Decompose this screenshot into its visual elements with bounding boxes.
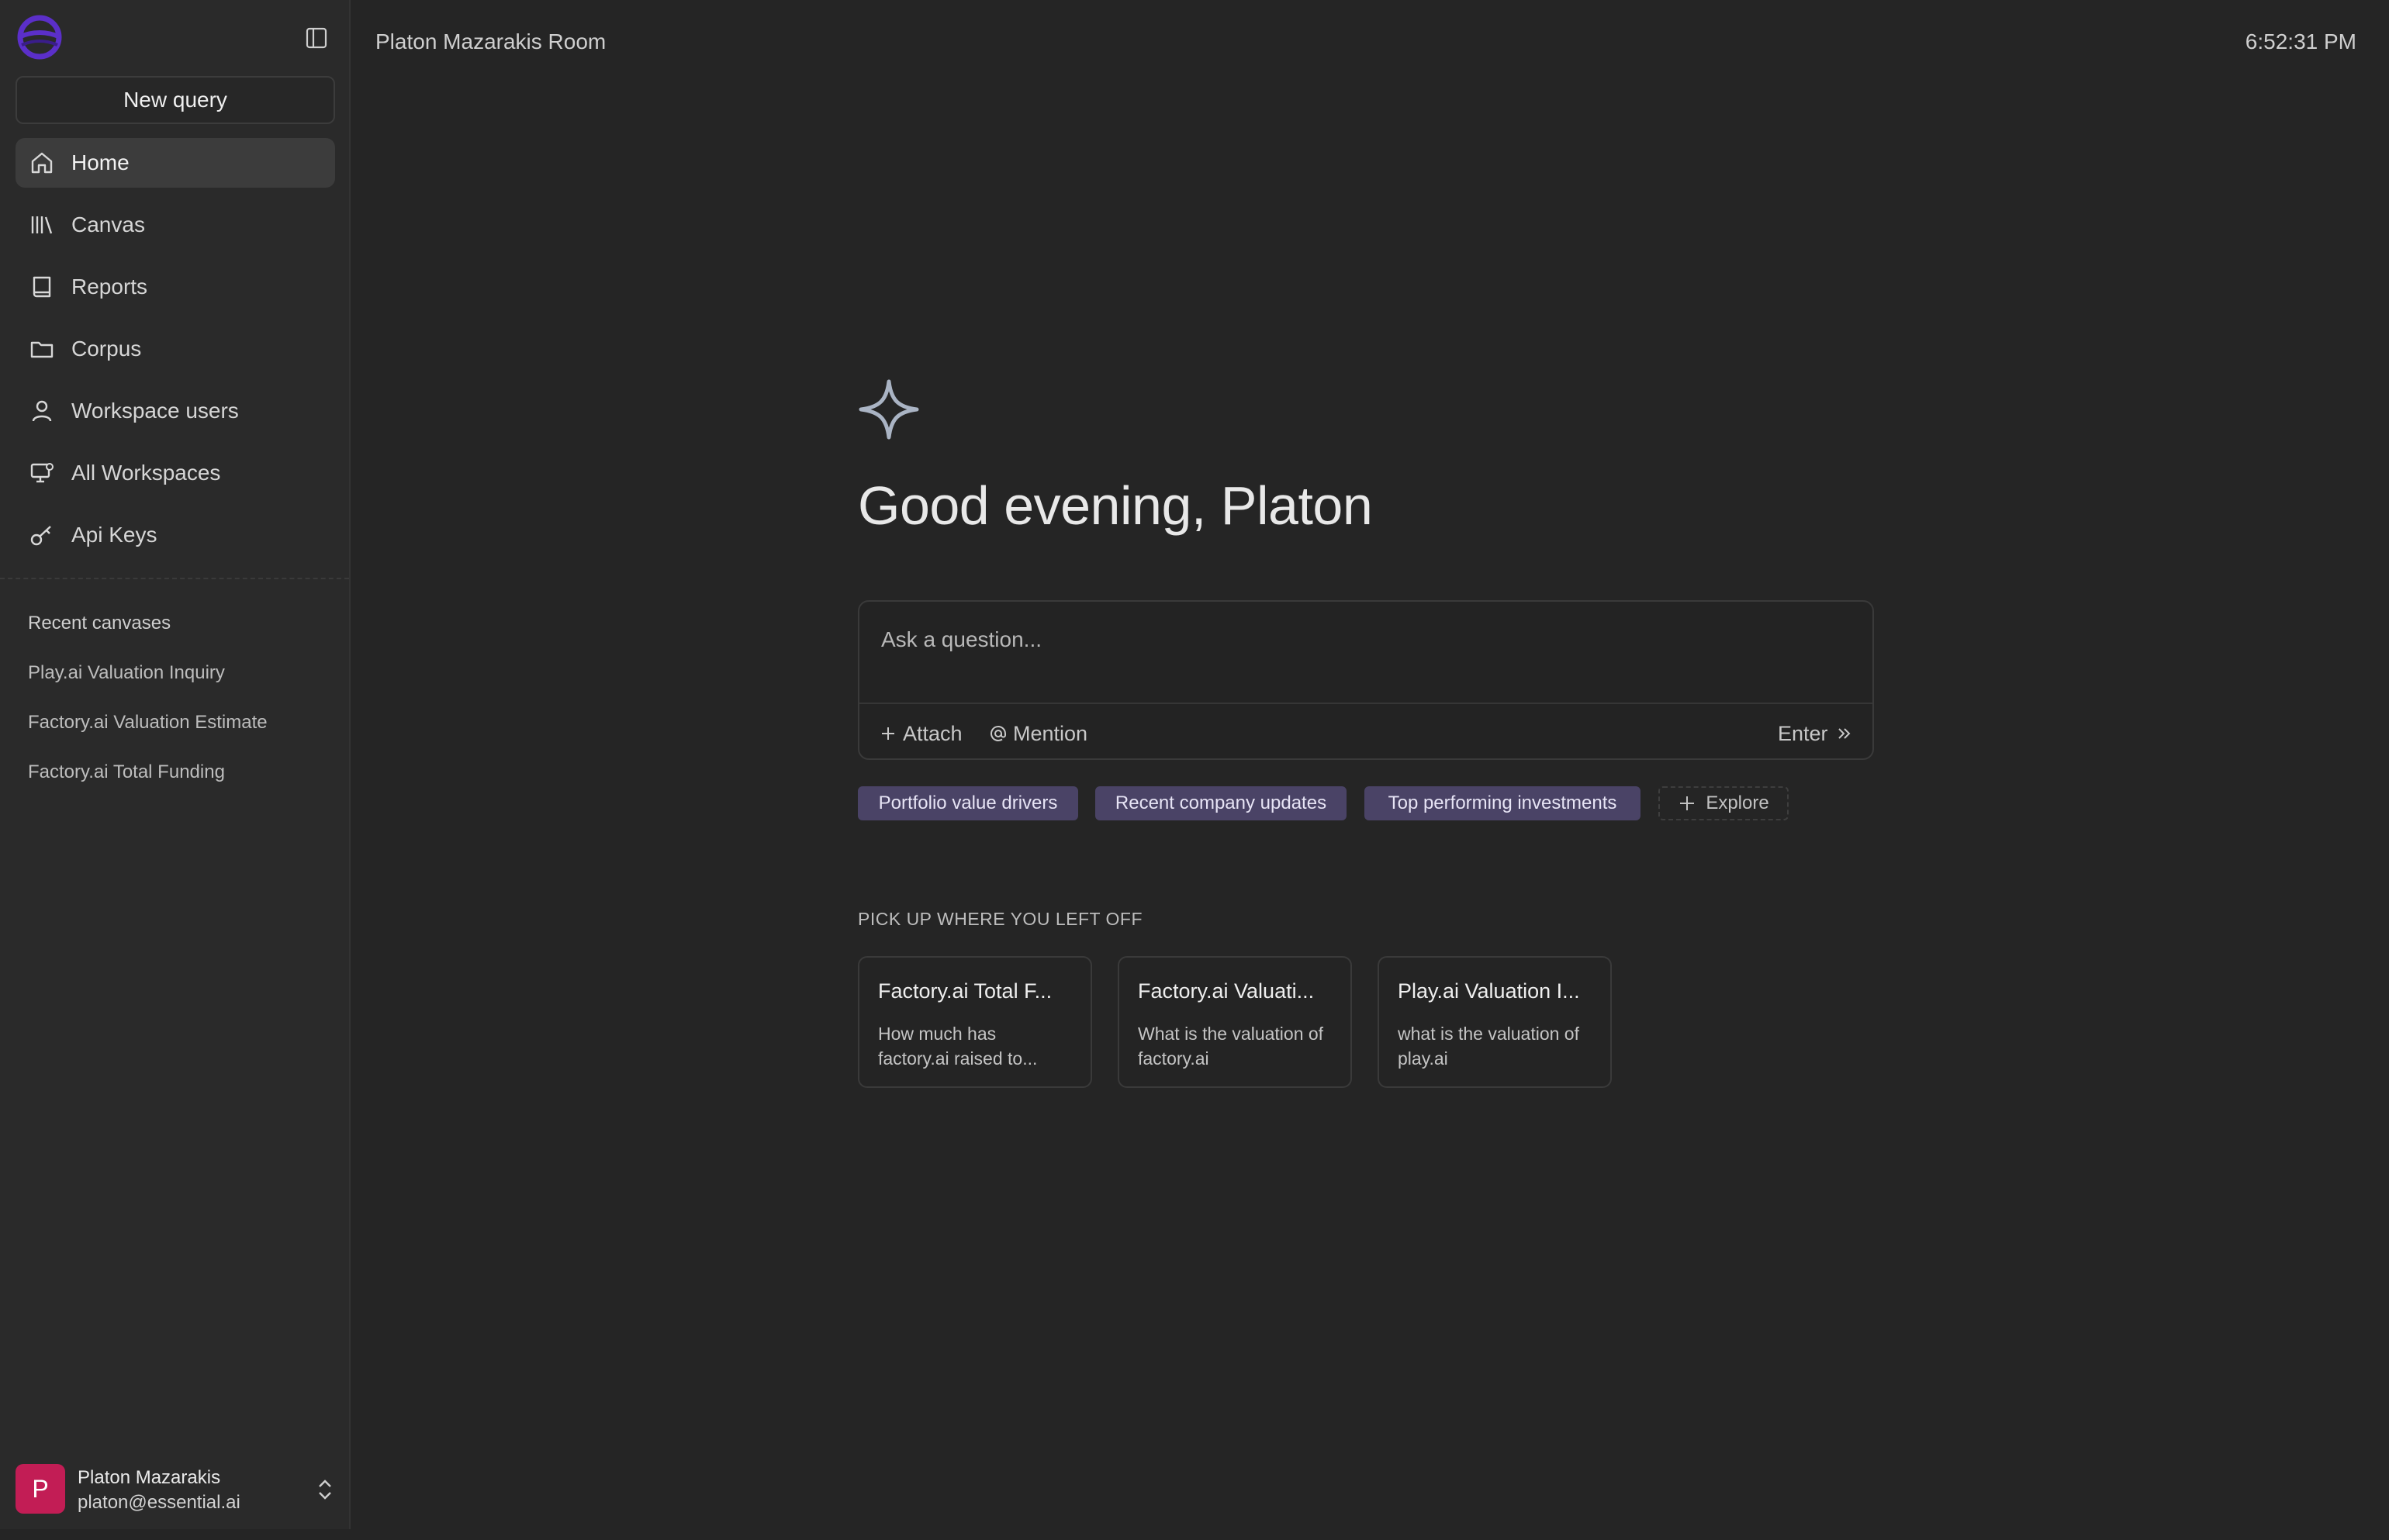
query-composer: Attach Mention Enter (858, 600, 1874, 760)
sidebar-item-corpus[interactable]: Corpus (16, 324, 335, 374)
plus-icon (1680, 796, 1695, 810)
sidebar-item-all-workspaces[interactable]: All Workspaces (16, 448, 335, 498)
sidebar-item-label: Reports (71, 275, 148, 299)
sidebar-item-label: Corpus (71, 337, 142, 361)
room-title: Platon Mazarakis Room (375, 29, 607, 54)
key-icon (28, 521, 56, 549)
sidebar-item-workspace-users[interactable]: Workspace users (16, 386, 335, 436)
card-description: How much has factory.ai raised to... (878, 1024, 1038, 1069)
recent-canvas-item[interactable]: Factory.ai Total Funding (28, 761, 225, 783)
plus-icon (882, 727, 894, 740)
sidebar-divider (0, 578, 349, 579)
recent-canvas-item[interactable]: Play.ai Valuation Inquiry (28, 662, 225, 684)
at-sign-icon (991, 726, 1006, 741)
sidebar-item-label: All Workspaces (71, 461, 221, 485)
app-window: New query Home Canvas Reports Corpus Wor… (0, 0, 2389, 1540)
user-name: Platon Mazarakis (78, 1467, 221, 1488)
recent-query-card[interactable]: Play.ai Valuation I... what is the valua… (1378, 956, 1612, 1088)
user-email: platon@essential.ai (78, 1492, 240, 1513)
sidebar-item-api-keys[interactable]: Api Keys (16, 510, 335, 560)
clock: 6:52:31 PM (2245, 29, 2356, 54)
composer-divider (859, 703, 1872, 704)
sidebar-item-label: Home (71, 150, 130, 174)
sidebar-toggle-icon[interactable] (305, 26, 328, 50)
enter-button[interactable]: Enter (1778, 718, 1853, 749)
book-icon (28, 273, 56, 301)
monitor-icon (28, 459, 56, 487)
sidebar-item-canvas[interactable]: Canvas (16, 200, 335, 250)
card-description: What is the valuation of factory.ai (1138, 1024, 1324, 1069)
recent-query-card[interactable]: Factory.ai Valuati... What is the valuat… (1118, 956, 1352, 1088)
enter-label: Enter (1778, 721, 1828, 745)
chevrons-right-icon (1838, 728, 1850, 739)
sidebar-item-home[interactable]: Home (16, 138, 335, 188)
mention-button[interactable]: Mention (990, 718, 1087, 749)
recent-canvas-item[interactable]: Factory.ai Valuation Estimate (28, 712, 268, 734)
suggestion-chip[interactable]: Portfolio value drivers (858, 786, 1078, 820)
sidebar: New query Home Canvas Reports Corpus Wor… (0, 0, 351, 1529)
sidebar-item-label: Api Keys (71, 523, 157, 547)
explore-button[interactable]: Explore (1658, 786, 1789, 820)
recent-canvases-title: Recent canvases (28, 613, 171, 634)
question-input[interactable] (880, 620, 1852, 659)
attach-button[interactable]: Attach (880, 718, 963, 749)
avatar: P (16, 1464, 65, 1514)
home-icon (28, 149, 56, 177)
card-title: Factory.ai Total F... (878, 979, 1053, 1003)
suggestion-chip[interactable]: Top performing investments (1364, 786, 1640, 820)
mention-label: Mention (1013, 721, 1088, 745)
user-account-menu[interactable]: P Platon Mazarakis platon@essential.ai (16, 1464, 341, 1515)
card-description: what is the valuation of play.ai (1398, 1024, 1579, 1069)
sidebar-item-reports[interactable]: Reports (16, 262, 335, 312)
explore-label: Explore (1706, 792, 1769, 813)
chevron-up-down-icon[interactable] (313, 1476, 337, 1503)
library-icon (28, 211, 56, 239)
pickup-section-title: PICK UP WHERE YOU LEFT OFF (858, 909, 1143, 929)
attach-label: Attach (903, 721, 963, 745)
sidebar-item-label: Workspace users (71, 399, 239, 423)
sidebar-item-label: Canvas (71, 212, 145, 237)
sparkle-icon (859, 379, 919, 440)
card-title: Play.ai Valuation I... (1398, 979, 1580, 1003)
new-query-button[interactable]: New query (16, 76, 335, 124)
folder-icon (28, 335, 56, 363)
card-title: Factory.ai Valuati... (1138, 979, 1315, 1003)
greeting-heading: Good evening, Platon (858, 475, 1373, 536)
recent-query-card[interactable]: Factory.ai Total F... How much has facto… (858, 956, 1092, 1088)
suggestion-chip[interactable]: Recent company updates (1095, 786, 1347, 820)
app-logo[interactable] (14, 14, 65, 60)
user-icon (28, 397, 56, 425)
